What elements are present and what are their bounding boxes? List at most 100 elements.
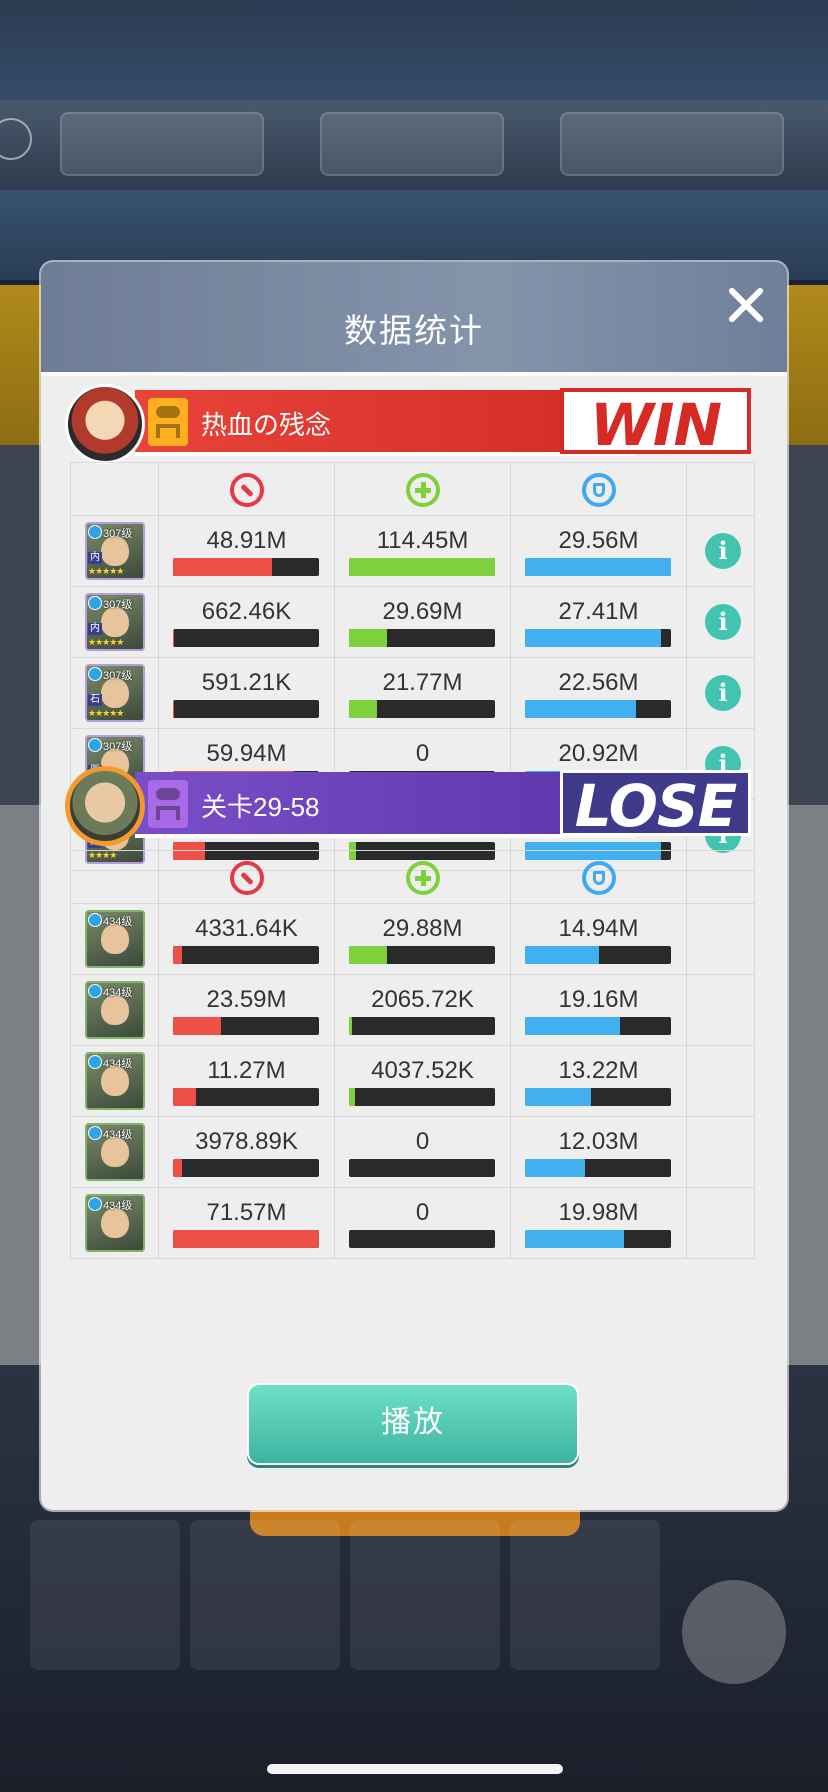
info-cell: i <box>686 586 755 658</box>
damage-value: 48.91M <box>206 527 287 554</box>
hero-cell: 434级 <box>70 1045 159 1117</box>
dialog-title: 数据统计 <box>344 312 484 349</box>
damage-bar <box>173 1017 319 1035</box>
shield-bar-fill <box>525 1088 591 1106</box>
element-gem-icon <box>88 1055 102 1069</box>
empty-cell <box>70 462 159 516</box>
hero-cell: 434级 <box>70 903 159 975</box>
heal-cell: 0 <box>334 1187 511 1259</box>
table-row: 434级 11.27M 4037.52K 13.22M <box>70 1045 755 1117</box>
damage-cell: 591.21K <box>158 657 335 729</box>
team-emblem-icon <box>148 398 188 446</box>
shield-cell: 12.03M <box>510 1116 687 1188</box>
hero-stars: ★★★★★ <box>88 566 124 576</box>
hero-cell: 307级石 ★★★★★ <box>70 657 159 729</box>
table-row: 307级内 ★★★★★ 662.46K 29.69M 27.41M i <box>70 586 755 658</box>
heal-bar-fill <box>349 629 387 647</box>
damage-value: 591.21K <box>201 669 292 696</box>
hero-level: 434级 <box>103 987 133 999</box>
battle-stats-dialog: 数据统计 热血の残念 WIN 307级内 ★★★★★ 48.91M 114.45M 29… <box>41 262 787 1510</box>
heal-header <box>334 462 511 516</box>
background-card <box>510 1520 660 1670</box>
background-card <box>30 1520 180 1670</box>
damage-bar <box>173 558 319 576</box>
heal-bar <box>349 1088 495 1106</box>
damage-bar-fill <box>173 1230 319 1248</box>
heal-bar-fill <box>349 946 387 964</box>
table-row: 307级石 ★★★★★ 591.21K 21.77M 22.56M i <box>70 657 755 729</box>
shield-value: 29.56M <box>558 527 639 554</box>
info-cell <box>686 974 755 1046</box>
dialog-header: 数据统计 <box>41 262 787 376</box>
hero-cell: 307级内 ★★★★★ <box>70 586 159 658</box>
empty-cell <box>686 462 755 516</box>
table-row: 434级 23.59M 2065.72K 19.16M <box>70 974 755 1046</box>
heal-value: 114.45M <box>376 527 469 554</box>
heal-value: 29.88M <box>382 915 463 942</box>
damage-cell: 48.91M <box>158 515 335 587</box>
hero-cell: 307级内 ★★★★★ <box>70 515 159 587</box>
damage-bar <box>173 1088 319 1106</box>
table-row: 307级内 ★★★★★ 48.91M 114.45M 29.56M i <box>70 515 755 587</box>
shield-bar <box>525 1159 671 1177</box>
heal-bar-fill <box>349 558 495 576</box>
hero-portrait: 434级 <box>85 910 145 968</box>
hero-level: 434级 <box>103 1058 133 1070</box>
damage-cell: 662.46K <box>158 586 335 658</box>
damage-header <box>158 850 335 904</box>
heal-bar <box>349 1017 495 1035</box>
shield-bar <box>525 700 671 718</box>
team-name: 热血の残念 <box>201 410 332 440</box>
shield-header <box>510 462 687 516</box>
hero-stars: ★★★★★ <box>88 637 124 647</box>
hero-portrait: 434级 <box>85 1123 145 1181</box>
shield-bar-fill <box>525 946 600 964</box>
shield-bar-fill <box>525 700 636 718</box>
shield-value: 19.98M <box>558 1199 639 1226</box>
heal-value: 2065.72K <box>371 986 474 1013</box>
heal-cell: 2065.72K <box>334 974 511 1046</box>
team-header-enemy: 关卡29-58 LOSE <box>65 766 787 846</box>
shield-bar <box>525 1088 671 1106</box>
heal-cell: 21.77M <box>334 657 511 729</box>
home-indicator <box>267 1764 563 1774</box>
shield-cell: 14.94M <box>510 903 687 975</box>
damage-value: 11.27M <box>207 1057 286 1084</box>
damage-value: 59.94M <box>206 740 287 767</box>
shield-header <box>510 850 687 904</box>
heal-cell: 114.45M <box>334 515 511 587</box>
heal-cell: 0 <box>334 1116 511 1188</box>
play-button[interactable]: 播放 <box>247 1383 579 1465</box>
hero-portrait: 434级 <box>85 1194 145 1252</box>
info-cell <box>686 903 755 975</box>
damage-value: 71.57M <box>206 1199 287 1226</box>
info-button[interactable]: i <box>705 675 741 711</box>
heal-cell: 4037.52K <box>334 1045 511 1117</box>
shield-value: 14.94M <box>558 915 639 942</box>
damage-bar <box>173 946 319 964</box>
shield-bar-fill <box>525 1017 620 1035</box>
element-gem-icon <box>88 738 102 752</box>
shield-icon <box>581 861 616 895</box>
shield-icon <box>581 473 616 507</box>
table-row: 434级 3978.89K 0 12.03M <box>70 1116 755 1188</box>
info-cell: i <box>686 515 755 587</box>
hero-level: 307级 <box>103 741 133 753</box>
element-gem-icon <box>88 1126 102 1140</box>
hero-cell: 434级 <box>70 1187 159 1259</box>
damage-value: 3978.89K <box>195 1128 298 1155</box>
shield-bar-fill <box>525 629 661 647</box>
heal-bar <box>349 558 495 576</box>
damage-value: 23.59M <box>206 986 287 1013</box>
info-button[interactable]: i <box>705 604 741 640</box>
hero-level: 307级 <box>103 528 133 540</box>
shield-cell: 19.16M <box>510 974 687 1046</box>
damage-cell: 3978.89K <box>158 1116 335 1188</box>
stats-header-row <box>70 850 755 904</box>
damage-bar-fill <box>173 700 175 718</box>
close-icon[interactable] <box>719 278 773 332</box>
info-button[interactable]: i <box>705 533 741 569</box>
shield-cell: 29.56M <box>510 515 687 587</box>
hero-level: 307级 <box>103 670 133 682</box>
heal-value: 0 <box>415 1128 430 1155</box>
